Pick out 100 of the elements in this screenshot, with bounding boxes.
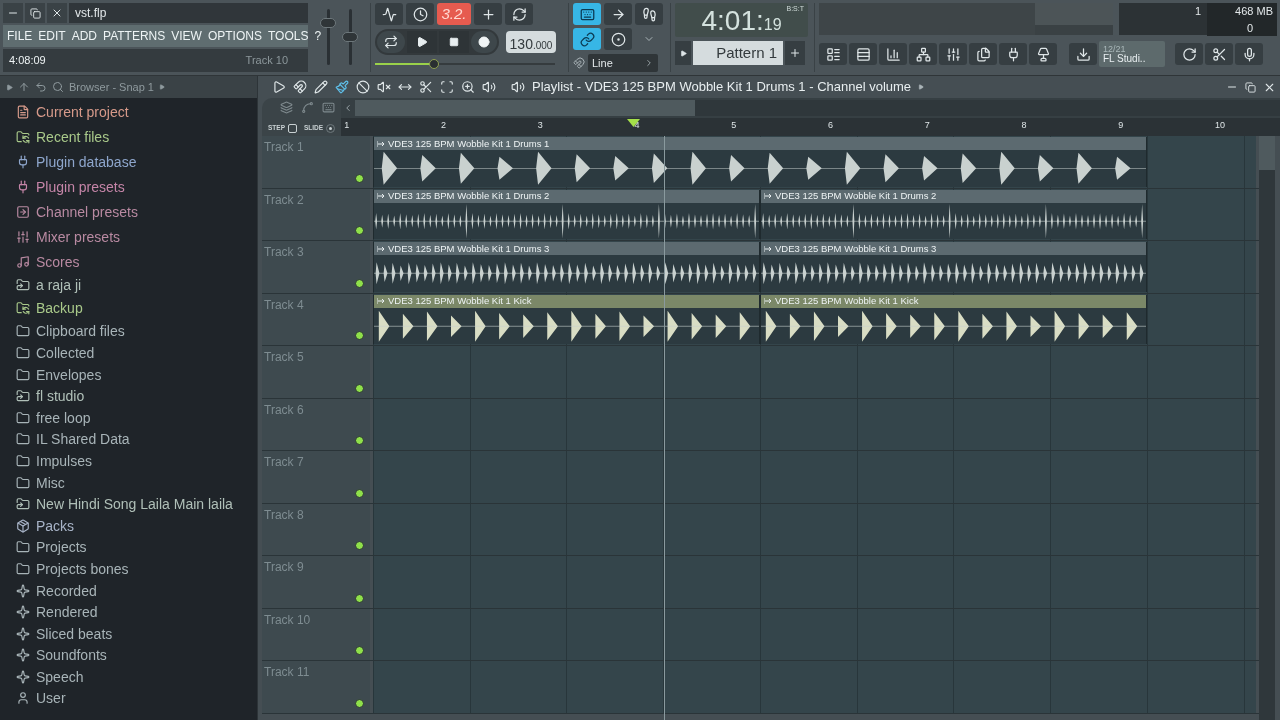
- menu-item[interactable]: FILE: [7, 30, 33, 42]
- restore-icon[interactable]: [1245, 81, 1256, 93]
- playback-icon[interactable]: [482, 80, 496, 94]
- browser-item[interactable]: Mixer presets: [36, 229, 121, 244]
- minimize-button[interactable]: [3, 3, 23, 23]
- browser-item[interactable]: free loop: [36, 410, 91, 425]
- microphone-button[interactable]: [1235, 43, 1263, 65]
- menu-item[interactable]: VIEW: [171, 30, 202, 42]
- refresh-button[interactable]: [1175, 43, 1203, 65]
- playlist-button[interactable]: [819, 43, 847, 65]
- next-button[interactable]: [604, 3, 632, 25]
- play-button[interactable]: [407, 31, 437, 53]
- news-panel[interactable]: 12/21 FL Studi..: [1099, 41, 1165, 67]
- close-button[interactable]: [47, 3, 67, 23]
- track-mute-led[interactable]: [355, 541, 364, 550]
- vertical-scrollbar-thumb[interactable]: [1259, 136, 1275, 170]
- browser-item[interactable]: IL Shared Data: [36, 432, 130, 447]
- track-lane[interactable]: [373, 608, 1256, 660]
- audio-clip[interactable]: VDE3 125 BPM Wobble Kit 1 Drums 3: [373, 242, 760, 292]
- track-lane[interactable]: [373, 346, 1256, 398]
- track-mute-led[interactable]: [355, 226, 364, 235]
- scrollbar-thumb[interactable]: [355, 100, 696, 116]
- expand-icon[interactable]: [6, 83, 13, 91]
- track-lane[interactable]: [373, 503, 1256, 555]
- tempo-field[interactable]: 130.000: [506, 31, 556, 53]
- master-volume-slider[interactable]: [320, 9, 336, 65]
- browser-item[interactable]: Projects: [36, 540, 87, 555]
- track-lane[interactable]: [373, 661, 1256, 713]
- browser-item[interactable]: fl studio: [36, 389, 85, 404]
- browser-item[interactable]: Sliced beats: [36, 626, 113, 641]
- track-mute-led[interactable]: [355, 383, 364, 393]
- audio-clip[interactable]: VDE3 125 BPM Wobble Kit 1 Kick: [760, 294, 1147, 344]
- slice-icon[interactable]: [419, 80, 433, 94]
- browser-item[interactable]: Channel presets: [36, 204, 138, 219]
- browser-item[interactable]: Misc: [36, 475, 65, 490]
- menu-item[interactable]: EDIT: [38, 30, 66, 42]
- menu-item[interactable]: ?: [314, 30, 322, 42]
- scissors-button[interactable]: [1205, 43, 1233, 65]
- track-mute-led[interactable]: [355, 488, 364, 498]
- audio-clip[interactable]: VDE3 125 BPM Wobble Kit 1 Kick: [373, 294, 760, 344]
- add-button[interactable]: [474, 3, 502, 25]
- loop-record-button[interactable]: [505, 3, 533, 25]
- pages-button[interactable]: [969, 43, 997, 65]
- menu-item[interactable]: ADD: [71, 30, 98, 42]
- menu-arrow-icon[interactable]: [272, 80, 286, 94]
- restore-button[interactable]: [25, 3, 45, 23]
- lamp-button[interactable]: [1029, 43, 1057, 65]
- track-lane[interactable]: [373, 398, 1256, 450]
- track-lane[interactable]: VDE3 125 BPM Wobble Kit 1 Drums 3 VDE3 125 BPM Wobble Kit 1 Drums 3: [373, 241, 1256, 293]
- browser-item[interactable]: Projects bones: [36, 561, 129, 576]
- track-lane[interactable]: [373, 451, 1256, 503]
- loop-button[interactable]: [377, 31, 405, 53]
- master-pitch-slider[interactable]: [342, 9, 358, 65]
- menu-item[interactable]: OPTIONS: [207, 30, 262, 42]
- pattern-selector[interactable]: Pattern 1: [693, 41, 783, 65]
- back-icon[interactable]: [35, 81, 47, 93]
- browser-item[interactable]: Collected: [36, 346, 95, 360]
- browser-item[interactable]: Current project: [36, 104, 129, 119]
- piano-roll-button[interactable]: [879, 43, 907, 65]
- menu-item[interactable]: TOOLS: [267, 30, 309, 42]
- wait-button[interactable]: [406, 3, 434, 25]
- browser-item[interactable]: Backup: [36, 301, 83, 316]
- browser-item[interactable]: Envelopes: [36, 367, 102, 382]
- select-icon[interactable]: [440, 80, 454, 94]
- browser-item[interactable]: Recorded: [36, 583, 97, 598]
- browser-item[interactable]: a raja ji: [36, 277, 82, 292]
- track-lane[interactable]: [373, 556, 1256, 608]
- track-mute-led[interactable]: [355, 593, 364, 603]
- browser-item[interactable]: User: [36, 691, 66, 706]
- track-lane[interactable]: VDE3 125 BPM Wobble Kit 1 Drums 1: [373, 136, 1256, 188]
- track-mute-led[interactable]: [355, 278, 364, 288]
- step-edit-button[interactable]: [635, 3, 663, 25]
- track-mute-led[interactable]: [355, 173, 364, 183]
- channel-rack-button[interactable]: [849, 43, 877, 65]
- browser-item[interactable]: Soundfonts: [36, 648, 107, 663]
- track-lane[interactable]: VDE3 125 BPM Wobble Kit 1 Kick VDE3 125 BPM Wobble Kit 1 Kick: [373, 293, 1256, 345]
- track-lane[interactable]: VDE3 125 BPM Wobble Kit 1 Drums 2 VDE3 125 BPM Wobble Kit 1 Drums 2: [373, 188, 1256, 240]
- layers-icon[interactable]: [280, 101, 294, 114]
- browser-item[interactable]: Clipboard files: [36, 324, 125, 339]
- pattern-menu-button[interactable]: [675, 41, 691, 65]
- menu-item[interactable]: PATTERNS: [103, 30, 166, 42]
- audio-clip[interactable]: VDE3 125 BPM Wobble Kit 1 Drums 3: [760, 242, 1147, 292]
- audio-clip[interactable]: VDE3 125 BPM Wobble Kit 1 Drums 1: [373, 137, 1147, 187]
- zoom-icon[interactable]: [461, 80, 475, 94]
- knob-button[interactable]: [604, 28, 632, 50]
- stop-button[interactable]: [439, 31, 469, 53]
- download-button[interactable]: [1069, 43, 1097, 65]
- track-mute-led[interactable]: [355, 436, 364, 445]
- timeline-ruler[interactable]: 1 2 3 4 5 6 7 8 9 10: [341, 118, 1280, 136]
- typing-keyboard-button[interactable]: [573, 3, 601, 25]
- mixer-button[interactable]: [939, 43, 967, 65]
- browser-button[interactable]: [909, 43, 937, 65]
- browser-item[interactable]: Plugin presets: [36, 179, 125, 194]
- metronome-button[interactable]: [375, 3, 403, 25]
- keyboard-icon[interactable]: [322, 101, 336, 114]
- browser-item[interactable]: Impulses: [36, 453, 93, 468]
- delete-icon[interactable]: [356, 80, 370, 94]
- browser-item[interactable]: Speech: [36, 669, 84, 684]
- song-position-slider[interactable]: [375, 59, 555, 69]
- step-checkbox[interactable]: [288, 123, 297, 133]
